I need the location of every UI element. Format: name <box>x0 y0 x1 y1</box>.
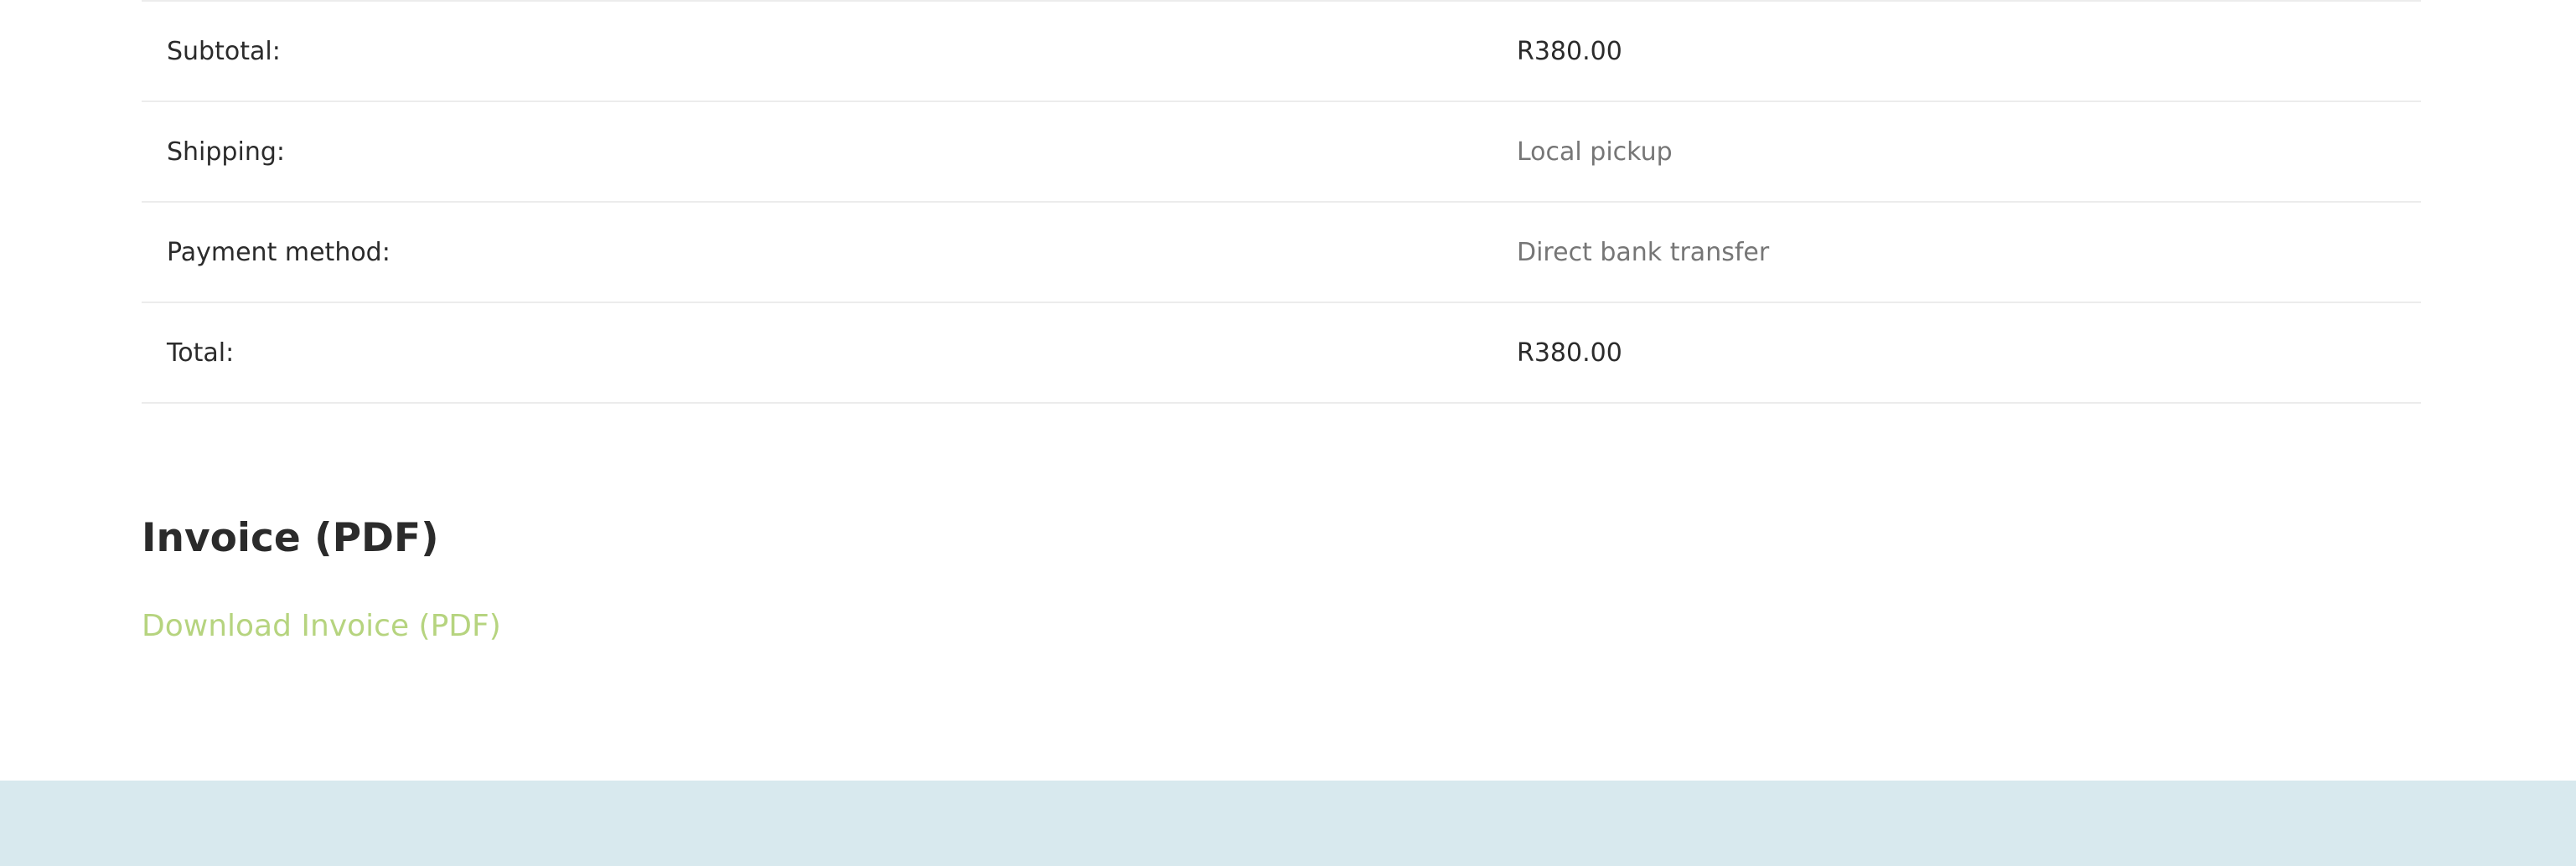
payment-method-label: Payment method: <box>167 237 391 267</box>
subtotal-label: Subtotal: <box>167 36 281 66</box>
footer-band <box>0 781 2576 866</box>
table-row-payment-method: Payment method: Direct bank transfer <box>142 202 2421 302</box>
total-value: R380.00 <box>1517 338 1622 368</box>
table-row-shipping: Shipping: Local pickup <box>142 101 2421 202</box>
shipping-value: Local pickup <box>1517 137 1673 167</box>
download-invoice-link[interactable]: Download Invoice (PDF) <box>142 606 501 647</box>
shipping-label: Shipping: <box>167 137 285 167</box>
subtotal-value: R380.00 <box>1517 36 1622 66</box>
total-label: Total: <box>167 338 235 368</box>
invoice-heading: Invoice (PDF) <box>142 515 439 561</box>
table-row-subtotal: Subtotal: R380.00 <box>142 1 2421 101</box>
table-row-total: Total: R380.00 <box>142 302 2421 403</box>
order-details-page: Subtotal: R380.00 Shipping: Local pickup… <box>0 0 2576 866</box>
order-totals-table: Subtotal: R380.00 Shipping: Local pickup… <box>142 0 2421 404</box>
payment-method-value: Direct bank transfer <box>1517 237 1770 267</box>
order-totals-section: Subtotal: R380.00 Shipping: Local pickup… <box>142 0 2421 404</box>
